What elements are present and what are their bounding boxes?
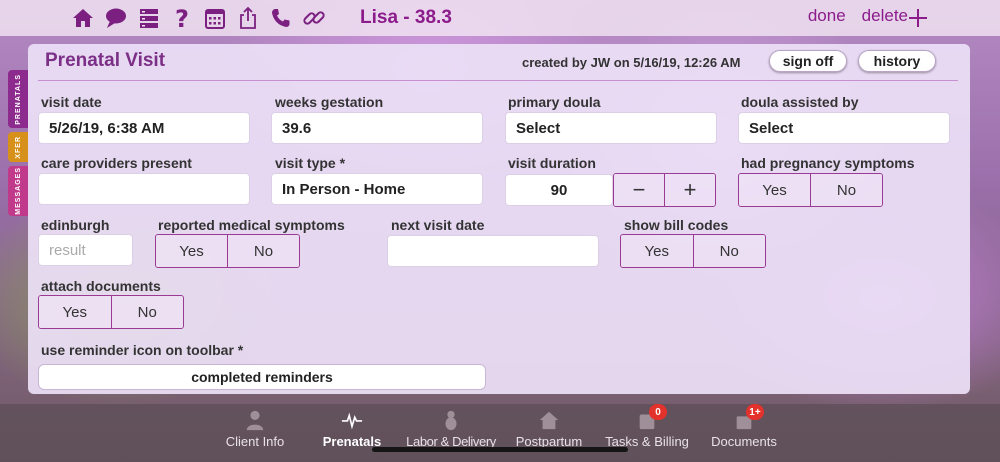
header-divider — [38, 80, 958, 81]
completed-reminders-button[interactable]: completed reminders — [38, 364, 486, 390]
pregnancy-symptoms-label: had pregnancy symptoms — [741, 155, 915, 171]
home-icon[interactable] — [70, 5, 96, 31]
link-icon[interactable] — [301, 5, 327, 31]
medical-symptoms-yes[interactable]: Yes — [156, 235, 227, 267]
pregnancy-symptoms-no[interactable]: No — [810, 174, 882, 206]
baby-icon — [439, 408, 463, 432]
side-tab-label: XFER — [14, 135, 22, 159]
visit-duration-label: visit duration — [508, 155, 596, 171]
nav-postpartum[interactable]: Postpartum — [512, 408, 586, 449]
house-icon — [537, 408, 561, 432]
documents-badge: 1+ — [746, 404, 764, 420]
side-tab-xfer[interactable]: XFER — [8, 132, 28, 162]
weeks-gestation-field[interactable]: 39.6 — [271, 112, 483, 144]
tasks-icon: 0 — [635, 404, 667, 432]
top-toolbar: ? Lisa - 38.3 done delete — [0, 0, 1000, 36]
visit-date-field[interactable]: 5/26/19, 6:38 AM — [38, 112, 250, 144]
panel-header: Prenatal Visit created by JW on 5/16/19,… — [28, 44, 970, 80]
duration-stepper: − + — [613, 173, 716, 207]
heartbeat-icon — [340, 408, 364, 432]
visit-duration-field[interactable]: 90 — [505, 174, 613, 206]
medical-symptoms-label: reported medical symptoms — [158, 217, 345, 233]
page-title: Prenatal Visit — [45, 50, 166, 71]
sign-off-button[interactable]: sign off — [769, 50, 847, 72]
nav-documents[interactable]: 1+ Documents — [708, 404, 780, 449]
primary-doula-select[interactable]: Select — [505, 112, 717, 144]
prenatal-visit-panel: Prenatal Visit created by JW on 5/16/19,… — [28, 44, 970, 394]
nav-label: Documents — [711, 434, 777, 449]
bill-codes-yes[interactable]: Yes — [621, 235, 693, 267]
svg-text:?: ? — [175, 6, 189, 30]
attach-documents-toggle: Yes No — [38, 295, 184, 329]
duration-decrement-button[interactable]: − — [614, 174, 664, 206]
person-icon — [243, 408, 267, 432]
tasks-badge: 0 — [649, 404, 667, 420]
nav-tasks-billing[interactable]: 0 Tasks & Billing — [605, 404, 689, 449]
pregnancy-symptoms-toggle: Yes No — [738, 173, 883, 207]
pregnancy-symptoms-yes[interactable]: Yes — [739, 174, 810, 206]
reminder-label: use reminder icon on toolbar * — [41, 342, 244, 358]
visit-date-label: visit date — [41, 94, 102, 110]
created-by-text: created by JW on 5/16/19, 12:26 AM — [522, 55, 741, 70]
attach-documents-no[interactable]: No — [110, 296, 183, 328]
documents-icon: 1+ — [732, 404, 764, 432]
side-tab-prenatals[interactable]: PRENATALS — [8, 70, 28, 128]
edinburgh-label: edinburgh — [41, 217, 110, 233]
bill-codes-label: show bill codes — [624, 217, 729, 233]
toolbar-icons: ? — [70, 5, 327, 31]
duration-increment-button[interactable]: + — [664, 174, 715, 206]
attach-documents-label: attach documents — [41, 278, 161, 294]
weeks-gestation-label: weeks gestation — [275, 94, 384, 110]
visit-type-select[interactable]: In Person - Home — [271, 173, 483, 205]
nav-prenatals[interactable]: Prenatals — [322, 408, 382, 449]
top-actions: done delete — [808, 6, 908, 26]
care-providers-label: care providers present — [41, 155, 192, 171]
done-button[interactable]: done — [808, 6, 846, 26]
side-tab-messages[interactable]: MESSAGES — [8, 166, 28, 216]
share-icon[interactable] — [235, 5, 261, 31]
side-tab-label: PRENATALS — [14, 73, 22, 125]
attach-documents-yes[interactable]: Yes — [39, 296, 111, 328]
history-button[interactable]: history — [858, 50, 936, 72]
next-visit-date-label: next visit date — [391, 217, 485, 233]
nav-labor-delivery[interactable]: Labor & Delivery — [406, 408, 496, 449]
primary-doula-label: primary doula — [508, 94, 601, 110]
client-title: Lisa - 38.3 — [360, 7, 452, 28]
medical-symptoms-no[interactable]: No — [227, 235, 299, 267]
edinburgh-field[interactable]: result — [38, 234, 133, 266]
nav-client-info[interactable]: Client Info — [222, 408, 288, 449]
next-visit-date-field[interactable] — [387, 235, 599, 267]
bottom-nav: Client Info Prenatals Labor & Delivery P… — [0, 404, 1000, 462]
chat-icon[interactable] — [103, 5, 129, 31]
doula-assisted-by-label: doula assisted by — [741, 94, 859, 110]
visit-type-label: visit type * — [275, 155, 346, 171]
bill-codes-toggle: Yes No — [620, 234, 766, 268]
bill-codes-no[interactable]: No — [692, 235, 765, 267]
home-indicator[interactable] — [372, 447, 628, 452]
help-icon[interactable]: ? — [169, 5, 195, 31]
care-providers-field[interactable] — [38, 173, 250, 205]
doula-assisted-by-select[interactable]: Select — [738, 112, 950, 144]
plus-icon[interactable] — [906, 6, 930, 30]
list-icon[interactable] — [136, 5, 162, 31]
side-tabs: PRENATALS XFER MESSAGES — [8, 70, 28, 220]
delete-button[interactable]: delete — [862, 6, 908, 26]
medical-symptoms-toggle: Yes No — [155, 234, 300, 268]
side-tab-label: MESSAGES — [14, 167, 22, 215]
calendar-icon[interactable] — [202, 5, 228, 31]
phone-icon[interactable] — [268, 5, 294, 31]
nav-label: Client Info — [225, 434, 285, 449]
